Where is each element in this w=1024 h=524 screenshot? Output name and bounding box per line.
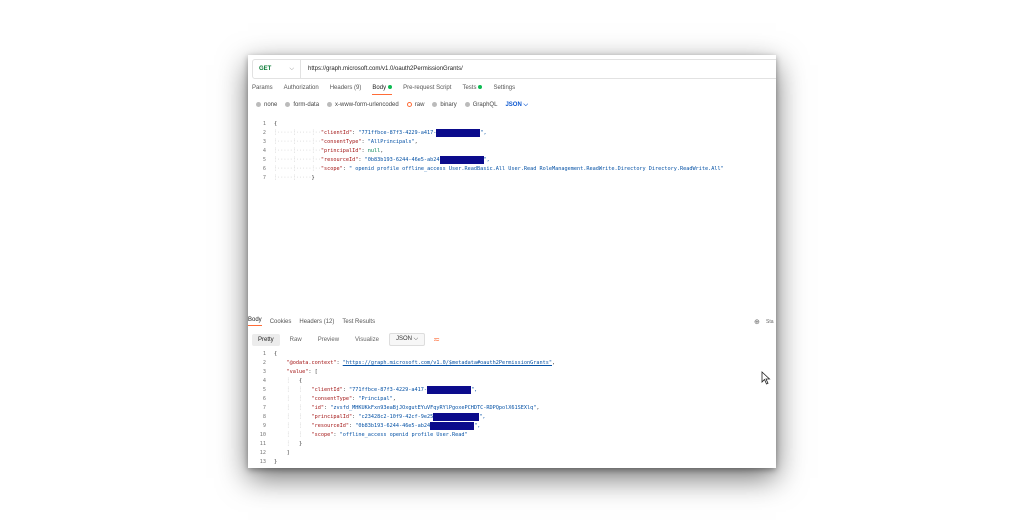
code-key: "principalId" bbox=[311, 414, 353, 420]
body-format-select[interactable]: JSON ⌵ bbox=[505, 102, 528, 109]
tab-settings[interactable]: Settings bbox=[493, 85, 515, 95]
radio-icon bbox=[256, 102, 261, 108]
body-type-label: x-www-form-urlencoded bbox=[335, 102, 399, 109]
code-key: "consentType" bbox=[311, 396, 353, 402]
url-input[interactable]: https://graph.microsoft.com/v1.0/oauth2P… bbox=[301, 66, 463, 72]
code-string: "0b83b193-6244-46e5-ab24 bbox=[364, 157, 440, 163]
postman-window: GET ⌵ https://graph.microsoft.com/v1.0/o… bbox=[248, 55, 776, 468]
tab-body-label: Body bbox=[372, 85, 387, 91]
tab-tests-label: Tests bbox=[462, 85, 477, 91]
response-tab-body[interactable]: Body bbox=[248, 317, 262, 326]
body-type-label: raw bbox=[414, 102, 425, 109]
tab-body[interactable]: Body bbox=[372, 85, 393, 95]
code-text: ] bbox=[286, 450, 290, 456]
code-key: "consentType" bbox=[320, 139, 362, 145]
response-body-viewer[interactable]: 1{ 2 "@odata.context": "https://graph.mi… bbox=[254, 350, 555, 467]
code-key: "clientId" bbox=[311, 387, 343, 393]
response-tabs: Body Cookies Headers (12) Test Results bbox=[248, 317, 375, 326]
response-tab-cookies[interactable]: Cookies bbox=[270, 319, 292, 325]
body-type-label: GraphQL bbox=[472, 102, 498, 109]
code-key: "scope" bbox=[320, 166, 343, 172]
tab-pre-request-script[interactable]: Pre-request Script bbox=[403, 85, 451, 95]
tests-indicator-icon bbox=[478, 85, 483, 90]
response-format-select[interactable]: JSON ⌵ bbox=[388, 333, 426, 346]
response-format-label: JSON bbox=[395, 336, 412, 342]
radio-icon bbox=[285, 102, 291, 108]
code-text: } bbox=[311, 175, 315, 181]
body-type-options: none form-data x-www-form-urlencoded raw… bbox=[256, 102, 528, 109]
response-tab-test-results[interactable]: Test Results bbox=[342, 319, 375, 325]
response-status-label: Sta bbox=[766, 319, 774, 325]
code-string: " openid profile offline_access User.Rea… bbox=[348, 166, 724, 172]
radio-icon bbox=[432, 102, 438, 108]
odata-context-link[interactable]: "https://graph.microsoft.com/v1.0/$metad… bbox=[343, 359, 552, 368]
body-type-graphql[interactable]: GraphQL bbox=[464, 102, 498, 109]
chevron-down-icon: ⌵ bbox=[289, 65, 294, 72]
code-key: "@odata.context" bbox=[286, 360, 337, 366]
code-key: "scope" bbox=[311, 432, 334, 438]
code-string: "offline_access openid profile User.Read… bbox=[339, 432, 468, 438]
chevron-down-icon: ⌵ bbox=[523, 102, 529, 108]
body-type-label: binary bbox=[440, 102, 457, 109]
tab-params[interactable]: Params bbox=[252, 85, 273, 95]
code-key: "clientId" bbox=[320, 130, 353, 136]
code-key: "principalId" bbox=[320, 148, 362, 154]
tab-authorization[interactable]: Authorization bbox=[284, 85, 319, 95]
body-type-label: none bbox=[264, 102, 278, 109]
request-body-editor[interactable]: 1{ 2 ┊·····┊·····┊·· "clientId": "771ffbce… bbox=[254, 120, 724, 183]
body-type-urlencoded[interactable]: x-www-form-urlencoded bbox=[327, 102, 399, 109]
method-select[interactable]: GET ⌵ bbox=[253, 60, 301, 78]
request-tabs: Params Authorization Headers (9) Body Pr… bbox=[252, 85, 515, 95]
code-text: { bbox=[299, 378, 303, 384]
code-key: "resourceId" bbox=[311, 423, 349, 429]
redaction-block bbox=[427, 386, 472, 394]
code-key: "resourceId" bbox=[320, 157, 359, 163]
redaction-block bbox=[430, 422, 475, 430]
tab-tests[interactable]: Tests bbox=[462, 85, 483, 95]
body-indicator-icon bbox=[388, 85, 393, 90]
body-type-raw[interactable]: raw bbox=[406, 102, 425, 109]
code-string: "0b83b193-6244-46e5-ab24 bbox=[355, 423, 431, 429]
radio-icon bbox=[464, 102, 470, 108]
code-text: { bbox=[274, 121, 278, 127]
code-text: [ bbox=[314, 369, 318, 375]
body-type-none[interactable]: none bbox=[256, 102, 278, 109]
globe-icon[interactable]: ⊕ bbox=[754, 318, 760, 326]
view-pretty[interactable]: Pretty bbox=[252, 333, 280, 346]
code-string: "c23428c2-10f9-42cf-9e25 bbox=[358, 414, 434, 420]
radio-icon bbox=[327, 102, 333, 108]
wrap-lines-icon[interactable]: ≂ bbox=[429, 335, 444, 344]
code-string: "Principal" bbox=[358, 396, 393, 402]
code-text: } bbox=[299, 441, 303, 447]
radio-selected-icon bbox=[406, 102, 412, 108]
body-format-label: JSON bbox=[505, 102, 522, 108]
response-tab-headers[interactable]: Headers (12) bbox=[299, 319, 334, 325]
view-preview[interactable]: Preview bbox=[312, 334, 345, 346]
code-string: "771ffbce-87f3-4229-a417- bbox=[358, 130, 437, 136]
code-string: "zvsfd_MHKUKkFxn93eaBjJOxgutEYuVFqyRYlPg… bbox=[330, 405, 537, 411]
redaction-block bbox=[439, 156, 484, 164]
code-null: null bbox=[367, 148, 381, 154]
code-key: "id" bbox=[311, 405, 324, 411]
code-text: { bbox=[274, 351, 278, 357]
response-view-bar: Pretty Raw Preview Visualize JSON ⌵ ≂ bbox=[252, 333, 444, 346]
tab-headers[interactable]: Headers (9) bbox=[330, 85, 362, 95]
code-string: "AllPrincipals" bbox=[367, 139, 415, 145]
code-string: "771ffbce-87f3-4229-a417- bbox=[348, 387, 428, 393]
request-url-bar: GET ⌵ https://graph.microsoft.com/v1.0/o… bbox=[252, 59, 776, 79]
mouse-cursor-icon bbox=[761, 371, 771, 385]
body-type-binary[interactable]: binary bbox=[432, 102, 457, 109]
redaction-block bbox=[433, 413, 480, 421]
body-type-label: form-data bbox=[293, 102, 320, 109]
method-label: GET bbox=[259, 66, 272, 72]
redaction-block bbox=[436, 129, 481, 137]
view-visualize[interactable]: Visualize bbox=[349, 334, 385, 346]
code-text: } bbox=[274, 459, 278, 465]
chevron-down-icon: ⌵ bbox=[413, 336, 419, 342]
body-type-form-data[interactable]: form-data bbox=[285, 102, 320, 109]
code-key: "value" bbox=[286, 369, 309, 375]
view-raw[interactable]: Raw bbox=[284, 334, 308, 346]
